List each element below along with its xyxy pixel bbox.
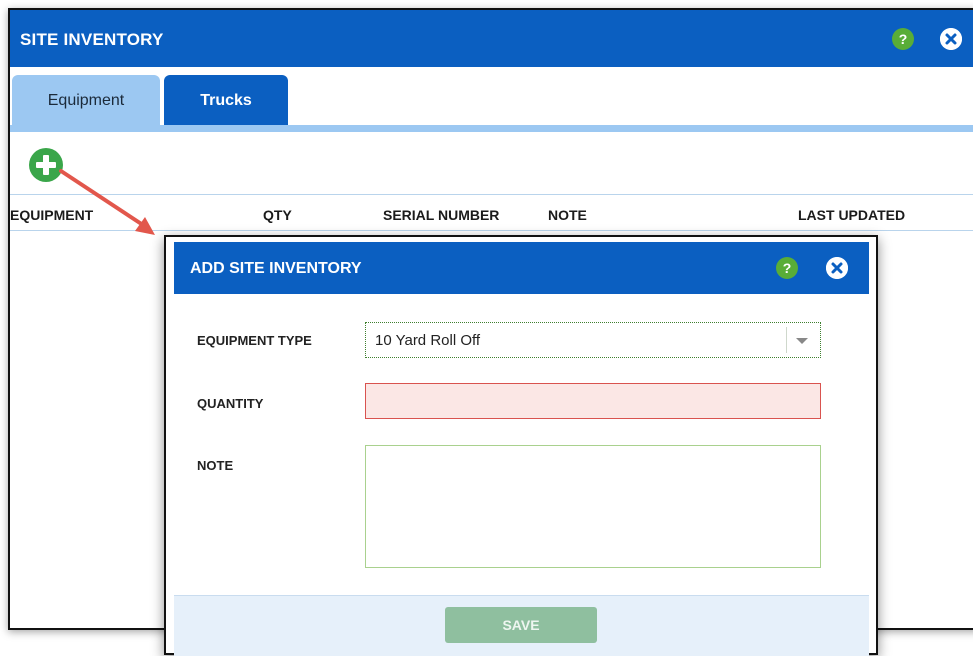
quantity-input[interactable] bbox=[365, 383, 821, 419]
dialog-title-bar: ADD SITE INVENTORY ? bbox=[174, 242, 869, 294]
add-site-inventory-dialog: ADD SITE INVENTORY ? EQUIPMENT TYPE 10 Y… bbox=[164, 235, 878, 656]
window-title: SITE INVENTORY bbox=[20, 30, 164, 49]
window-title-bar: SITE INVENTORY ? bbox=[10, 10, 973, 67]
dialog-close-icon[interactable] bbox=[826, 257, 848, 279]
dialog-footer: SAVE bbox=[174, 595, 869, 656]
note-label: NOTE bbox=[197, 458, 234, 473]
column-header-qty[interactable]: QTY bbox=[263, 207, 292, 223]
tab-trucks[interactable]: Trucks bbox=[164, 75, 288, 125]
tab-underline bbox=[10, 125, 973, 132]
help-icon[interactable]: ? bbox=[892, 28, 914, 50]
column-header-last-updated[interactable]: LAST UPDATED bbox=[798, 207, 905, 223]
annotation-arrow bbox=[59, 169, 155, 235]
tab-equipment[interactable]: Equipment bbox=[12, 75, 160, 125]
equipment-type-select[interactable]: 10 Yard Roll Off bbox=[365, 322, 821, 358]
chevron-down-icon[interactable] bbox=[796, 338, 808, 344]
save-button[interactable]: SAVE bbox=[445, 607, 597, 643]
tab-bar: Equipment Trucks bbox=[10, 67, 973, 125]
quantity-label: QUANTITY bbox=[197, 396, 264, 411]
dialog-help-icon[interactable]: ? bbox=[776, 257, 798, 279]
equipment-type-label: EQUIPMENT TYPE bbox=[197, 333, 312, 348]
dialog-title: ADD SITE INVENTORY bbox=[190, 260, 362, 277]
note-textarea[interactable] bbox=[365, 445, 821, 568]
equipment-type-value: 10 Yard Roll Off bbox=[375, 332, 481, 349]
close-icon[interactable] bbox=[940, 28, 962, 50]
column-header-note[interactable]: NOTE bbox=[548, 207, 587, 223]
column-header-serial-number[interactable]: SERIAL NUMBER bbox=[383, 207, 499, 223]
